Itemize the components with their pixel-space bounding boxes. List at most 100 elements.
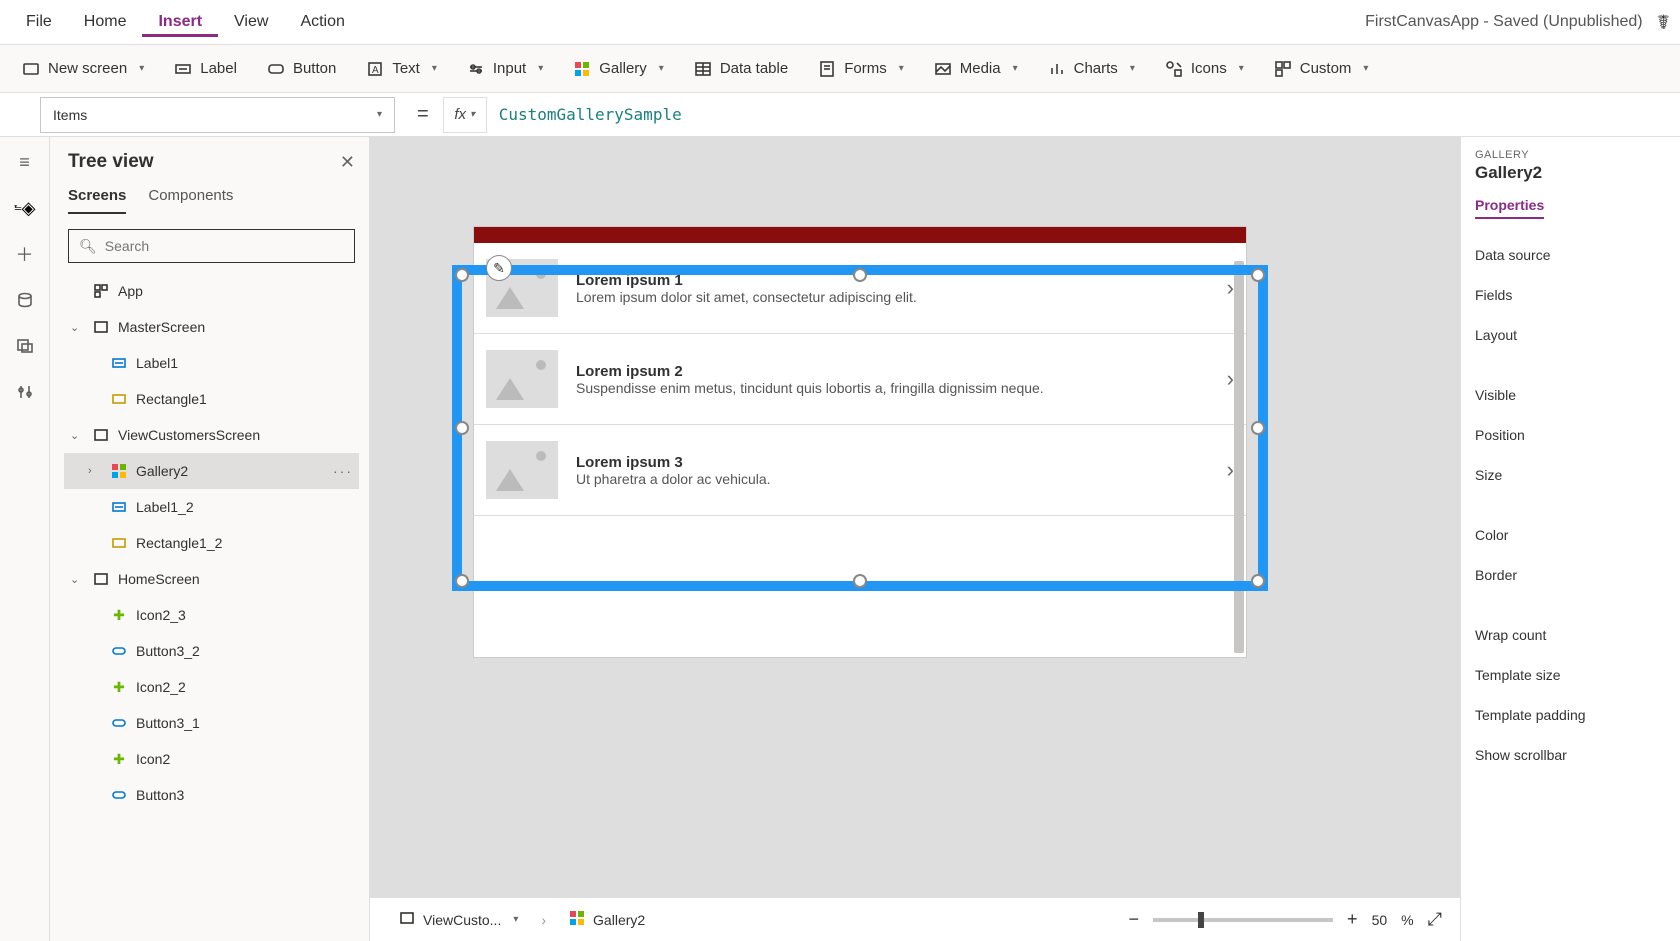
prop-color[interactable]: Color [1475,515,1666,555]
gallery-icon [573,60,591,78]
tree-node-rectangle1[interactable]: Rectangle1 [64,381,359,417]
tree-node-app[interactable]: App [64,273,359,309]
forms-dropdown[interactable]: Forms▾ [818,60,904,78]
tree-node-icon2[interactable]: ✚Icon2 [64,741,359,777]
charts-dropdown[interactable]: Charts▾ [1048,60,1135,78]
chevron-down-icon: ▾ [538,63,543,74]
media-rail-icon[interactable] [14,335,36,357]
hamburger-icon[interactable]: ≡ [14,151,36,173]
tools-icon[interactable] [14,381,36,403]
collapse-icon[interactable]: ⌄ [70,573,84,586]
menu-view[interactable]: View [218,7,284,37]
input-dropdown[interactable]: Input▾ [467,60,543,78]
label-button[interactable]: Label [174,60,237,78]
zoom-slider[interactable] [1153,918,1333,922]
menu-action[interactable]: Action [284,7,360,37]
zoom-value: 50 [1372,912,1388,928]
zoom-in-button[interactable]: + [1347,909,1358,930]
chevron-down-icon: ▾ [1363,63,1368,74]
chevron-down-icon: ▾ [432,63,437,74]
collapse-icon[interactable]: ⌄ [70,321,84,334]
scrollbar[interactable] [1234,261,1244,653]
prop-show-scrollbar[interactable]: Show scrollbar [1475,735,1666,775]
image-placeholder-icon [486,350,558,408]
gallery-row[interactable]: Lorem ipsum 3Ut pharetra a dolor ac vehi… [474,425,1246,516]
zoom-out-button[interactable]: − [1129,909,1140,930]
tree-view-icon[interactable]: ◈ [14,197,36,219]
tree-node-rectangle1-2[interactable]: Rectangle1_2 [64,525,359,561]
data-icon[interactable] [14,289,36,311]
tree-node-label1[interactable]: Label1 [64,345,359,381]
icons-dropdown[interactable]: Icons▾ [1165,60,1244,78]
formula-input[interactable]: CustomGallerySample [487,97,1680,133]
chevron-down-icon: ▾ [659,63,664,74]
tab-components[interactable]: Components [148,187,233,214]
chevron-down-icon: ▾ [899,63,904,74]
tab-screens[interactable]: Screens [68,187,126,214]
media-icon [934,60,952,78]
tree-node-icon2-2[interactable]: ✚Icon2_2 [64,669,359,705]
tree-node-homescreen[interactable]: ⌄ HomeScreen [64,561,359,597]
media-dropdown[interactable]: Media▾ [934,60,1018,78]
prop-size[interactable]: Size [1475,455,1666,495]
gallery-dropdown[interactable]: Gallery▾ [573,60,664,78]
tree-node-label1-2[interactable]: Label1_2 [64,489,359,525]
tree-node-button3-1[interactable]: Button3_1 [64,705,359,741]
prop-data-source[interactable]: Data source [1475,235,1666,275]
design-screen[interactable]: Title of the Screen ✎ Lorem ipsum 1Lorem… [474,227,1246,657]
icon-icon: ✚ [110,750,128,768]
gallery-row[interactable]: Lorem ipsum 2Suspendisse enim metus, tin… [474,334,1246,425]
screen-icon [399,910,415,929]
prop-visible[interactable]: Visible [1475,375,1666,415]
gallery-row[interactable]: Lorem ipsum 1Lorem ipsum dolor sit amet,… [474,243,1246,334]
stethoscope-icon[interactable]: ☤ [1657,10,1670,35]
add-icon[interactable]: ＋ [14,243,36,265]
tree-node-button3-2[interactable]: Button3_2 [64,633,359,669]
text-icon: A [366,60,384,78]
tree-node-masterscreen[interactable]: ⌄ MasterScreen [64,309,359,345]
prop-position[interactable]: Position [1475,415,1666,455]
chevron-right-icon[interactable]: › [1227,366,1234,392]
prop-template-padding[interactable]: Template padding [1475,695,1666,735]
search-input[interactable]: 🔍︎ [68,229,355,263]
props-tab-properties[interactable]: Properties [1475,197,1544,219]
button-icon [110,786,128,804]
close-icon[interactable]: ✕ [340,152,355,173]
fx-button[interactable]: fx ▾ [443,97,487,133]
prop-layout[interactable]: Layout [1475,315,1666,355]
prop-template-size[interactable]: Template size [1475,655,1666,695]
button-icon [110,714,128,732]
expand-icon[interactable]: › [88,465,102,477]
menu-insert[interactable]: Insert [142,7,218,37]
new-screen-button[interactable]: New screen▾ [22,60,144,78]
prop-border[interactable]: Border [1475,555,1666,595]
equals-label: = [403,103,443,126]
gallery-item-sub: Lorem ipsum dolor sit amet, consectetur … [576,289,917,305]
prop-fields[interactable]: Fields [1475,275,1666,315]
property-selector[interactable]: Items ▾ [40,97,395,133]
chevron-right-icon[interactable]: › [1227,457,1234,483]
tree-node-viewcustomers[interactable]: ⌄ ViewCustomersScreen [64,417,359,453]
data-table-button[interactable]: Data table [694,60,788,78]
custom-dropdown[interactable]: Custom▾ [1274,60,1369,78]
fullscreen-icon[interactable]: ⤢ [1428,909,1442,930]
prop-wrap-count[interactable]: Wrap count [1475,615,1666,655]
more-icon[interactable]: ··· [333,463,353,479]
tree-node-gallery2[interactable]: › Gallery2 ··· [64,453,359,489]
tree-node-button3[interactable]: Button3 [64,777,359,813]
breadcrumb-gallery[interactable]: Gallery2 [558,905,656,934]
tree-node-icon2-3[interactable]: ✚Icon2_3 [64,597,359,633]
button-button[interactable]: Button [267,60,336,78]
screen-icon [92,426,110,444]
text-dropdown[interactable]: A Text▾ [366,60,437,78]
edit-pencil-icon[interactable]: ✎ [486,255,512,281]
props-name: Gallery2 [1475,163,1666,183]
gallery-control[interactable]: ✎ Lorem ipsum 1Lorem ipsum dolor sit ame… [474,243,1246,657]
breadcrumb-screen[interactable]: ViewCusto... ▾ [388,905,529,934]
image-placeholder-icon [486,441,558,499]
menu-home[interactable]: Home [68,7,143,37]
chevron-right-icon[interactable]: › [1227,275,1234,301]
menu-file[interactable]: File [10,7,68,37]
collapse-icon[interactable]: ⌄ [70,429,84,442]
input-icon [467,60,485,78]
